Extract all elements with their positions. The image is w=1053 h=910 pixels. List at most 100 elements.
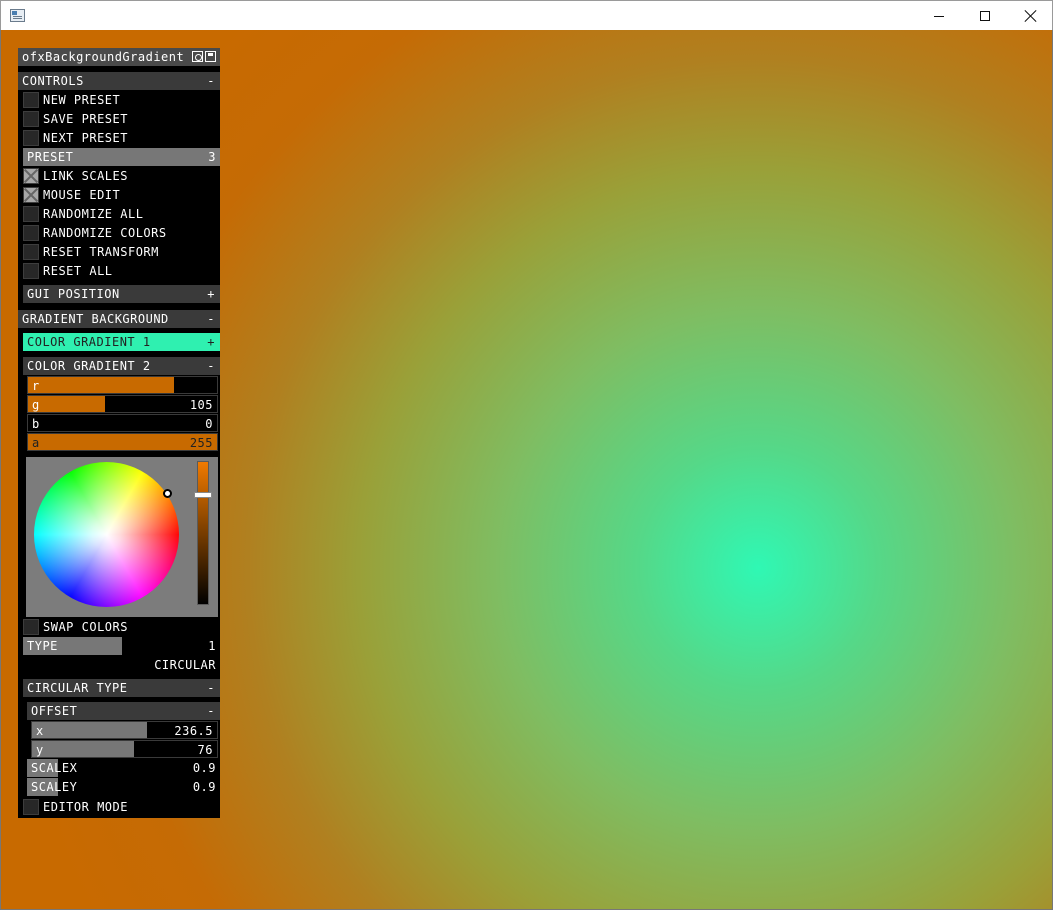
expand-icon: + bbox=[207, 287, 215, 301]
blue-channel-slider[interactable]: b 0 bbox=[27, 414, 218, 432]
swap-colors-checkbox[interactable] bbox=[23, 619, 39, 635]
close-button[interactable] bbox=[1008, 1, 1053, 31]
link-scales-toggle[interactable]: LINK SCALES bbox=[23, 167, 220, 185]
randomize-colors-label: RANDOMIZE COLORS bbox=[43, 226, 167, 240]
next-preset-button[interactable]: NEXT PRESET bbox=[23, 129, 220, 147]
randomize-all-label: RANDOMIZE ALL bbox=[43, 207, 144, 221]
reset-all-button[interactable]: RESET ALL bbox=[23, 262, 220, 280]
alpha-slider-fill bbox=[28, 434, 217, 450]
window-titlebar bbox=[0, 0, 1053, 30]
next-preset-checkbox[interactable] bbox=[23, 130, 39, 146]
type-value: 1 bbox=[208, 639, 216, 653]
editor-mode-label: EDITOR MODE bbox=[43, 800, 128, 814]
color-wheel[interactable] bbox=[34, 462, 179, 607]
preset-value: 3 bbox=[208, 150, 216, 164]
red-channel-slider[interactable]: r bbox=[27, 376, 218, 394]
randomize-colors-checkbox[interactable] bbox=[23, 225, 39, 241]
save-preset-label: SAVE PRESET bbox=[43, 112, 128, 126]
offset-x-label: x bbox=[36, 724, 44, 738]
color-picker[interactable] bbox=[26, 457, 218, 617]
gui-panel: ofxBackgroundGradient CONTROLS - NEW PRE… bbox=[18, 48, 220, 818]
brightness-handle[interactable] bbox=[194, 492, 212, 498]
gui-position-label: GUI POSITION bbox=[27, 287, 120, 301]
preset-label: PRESET bbox=[27, 150, 74, 164]
green-channel-slider[interactable]: g 105 bbox=[27, 395, 218, 413]
gui-position-header[interactable]: GUI POSITION + bbox=[23, 285, 220, 303]
offset-y-fill bbox=[32, 741, 134, 757]
offset-y-label: y bbox=[36, 743, 44, 757]
collapse-icon: - bbox=[207, 312, 215, 326]
mouse-edit-toggle[interactable]: MOUSE EDIT bbox=[23, 186, 220, 204]
link-scales-checkbox[interactable] bbox=[23, 168, 39, 184]
next-preset-label: NEXT PRESET bbox=[43, 131, 128, 145]
expand-icon: + bbox=[207, 335, 215, 349]
circular-type-header[interactable]: CIRCULAR TYPE - bbox=[23, 679, 220, 697]
offset-y-value: 76 bbox=[197, 743, 213, 757]
offset-x-value: 236.5 bbox=[174, 724, 213, 738]
collapse-icon: - bbox=[207, 681, 215, 695]
green-value: 105 bbox=[189, 398, 213, 412]
editor-mode-checkbox[interactable] bbox=[23, 799, 39, 815]
new-preset-checkbox[interactable] bbox=[23, 92, 39, 108]
controls-header[interactable]: CONTROLS - bbox=[18, 72, 220, 90]
offset-x-slider[interactable]: x 236.5 bbox=[31, 721, 218, 739]
red-slider-fill bbox=[28, 377, 174, 393]
blue-label: b bbox=[32, 417, 40, 431]
alpha-label: a bbox=[32, 436, 40, 450]
alpha-channel-slider[interactable]: a 255 bbox=[27, 433, 218, 451]
offset-label: OFFSET bbox=[31, 704, 78, 718]
load-preset-icon[interactable] bbox=[192, 51, 203, 62]
maximize-icon bbox=[980, 11, 990, 21]
red-label: r bbox=[32, 379, 40, 393]
save-preset-checkbox[interactable] bbox=[23, 111, 39, 127]
color-gradient-2-header[interactable]: COLOR GRADIENT 2 - bbox=[23, 357, 220, 375]
scalex-label: SCALEX bbox=[31, 761, 78, 775]
type-slider[interactable]: TYPE 1 bbox=[23, 637, 220, 655]
editor-mode-toggle[interactable]: EDITOR MODE bbox=[23, 798, 220, 816]
close-icon bbox=[1025, 10, 1037, 22]
minimize-button[interactable] bbox=[916, 1, 962, 31]
swap-colors-label: SWAP COLORS bbox=[43, 620, 128, 634]
maximize-button[interactable] bbox=[962, 1, 1008, 31]
minimize-icon bbox=[934, 15, 944, 17]
swap-colors-toggle[interactable]: SWAP COLORS bbox=[23, 618, 220, 636]
preset-slider[interactable]: PRESET 3 bbox=[23, 148, 220, 166]
mouse-edit-checkbox[interactable] bbox=[23, 187, 39, 203]
scaley-value: 0.9 bbox=[192, 780, 216, 794]
scaley-slider[interactable]: SCALEY 0.9 bbox=[27, 778, 220, 796]
scaley-label: SCALEY bbox=[31, 780, 78, 794]
reset-all-checkbox[interactable] bbox=[23, 263, 39, 279]
offset-y-slider[interactable]: y 76 bbox=[31, 740, 218, 758]
mouse-edit-label: MOUSE EDIT bbox=[43, 188, 121, 202]
reset-transform-label: RESET TRANSFORM bbox=[43, 245, 159, 259]
reset-all-label: RESET ALL bbox=[43, 264, 113, 278]
save-preset-icon[interactable] bbox=[205, 51, 216, 62]
collapse-icon: - bbox=[207, 74, 215, 88]
panel-title-bar[interactable]: ofxBackgroundGradient bbox=[18, 48, 220, 66]
gradient-background-header[interactable]: GRADIENT BACKGROUND - bbox=[18, 310, 220, 328]
scalex-slider[interactable]: SCALEX 0.9 bbox=[27, 759, 220, 777]
scalex-value: 0.9 bbox=[192, 761, 216, 775]
circular-type-label: CIRCULAR TYPE bbox=[27, 681, 128, 695]
blue-value: 0 bbox=[205, 417, 213, 431]
reset-transform-checkbox[interactable] bbox=[23, 244, 39, 260]
type-name: CIRCULAR bbox=[154, 658, 216, 672]
offset-header[interactable]: OFFSET - bbox=[27, 702, 220, 720]
color-gradient-2-label: COLOR GRADIENT 2 bbox=[27, 359, 151, 373]
new-preset-button[interactable]: NEW PRESET bbox=[23, 91, 220, 109]
reset-transform-button[interactable]: RESET TRANSFORM bbox=[23, 243, 220, 261]
save-preset-button[interactable]: SAVE PRESET bbox=[23, 110, 220, 128]
gradient-background-label: GRADIENT BACKGROUND bbox=[22, 312, 169, 326]
app-window-icon bbox=[10, 9, 25, 22]
link-scales-label: LINK SCALES bbox=[43, 169, 128, 183]
randomize-all-button[interactable]: RANDOMIZE ALL bbox=[23, 205, 220, 223]
alpha-value: 255 bbox=[189, 436, 213, 450]
offset-x-fill bbox=[32, 722, 147, 738]
brightness-slider[interactable] bbox=[197, 461, 209, 605]
randomize-colors-button[interactable]: RANDOMIZE COLORS bbox=[23, 224, 220, 242]
type-label: TYPE bbox=[27, 639, 58, 653]
color-gradient-1-header[interactable]: COLOR GRADIENT 1 + bbox=[23, 333, 220, 351]
randomize-all-checkbox[interactable] bbox=[23, 206, 39, 222]
color-wheel-handle[interactable] bbox=[163, 489, 172, 498]
green-label: g bbox=[32, 398, 40, 412]
